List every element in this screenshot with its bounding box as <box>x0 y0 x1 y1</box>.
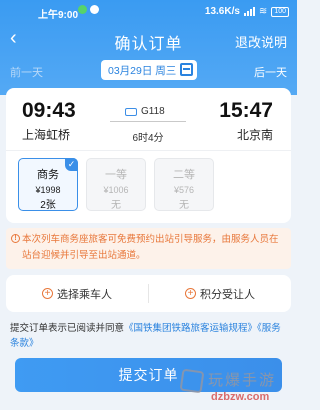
select-passenger-label: 选择乘车人 <box>57 288 112 301</box>
departure-time: 09:43 <box>22 99 76 122</box>
notice-text: 本次列车商务座旅客可免费预约出站引导服务，由服务人员在站台迎候并引导至出站通道。 <box>22 234 279 261</box>
rules-link[interactable]: 《国铁集团铁路旅客运输规程》 <box>124 323 257 334</box>
status-right: 13.6K/s ≋ 100 <box>205 6 289 17</box>
seat-price: ¥1006 <box>103 185 129 195</box>
net-speed: 13.6K/s <box>204 6 240 17</box>
agreement-prefix: 提交订单表示已阅读并同意 <box>10 323 125 334</box>
refund-change-info-link[interactable]: 退改说明 <box>235 32 287 51</box>
prev-day-button[interactable]: 前一天 <box>10 64 43 80</box>
watermark-domain: dzbzw.com <box>211 391 270 403</box>
seat-price: ¥576 <box>173 185 195 195</box>
service-notice: ! 本次列车商务座旅客可免费预约出站引导服务，由服务人员在站台迎候并引导至出站通… <box>6 228 291 269</box>
seat-count: 无 <box>111 200 121 211</box>
battery-icon: 100 <box>271 6 289 17</box>
arrival-time: 15:47 <box>219 99 273 122</box>
date-label: 03月29日 周三 <box>108 64 177 77</box>
train-number-label: G118 <box>141 106 165 117</box>
agreement-text: 提交订单表示已阅读并同意《国铁集团铁路旅客运输规程》《服务条款》 <box>10 321 290 351</box>
add-circle-icon: + <box>185 288 196 299</box>
train-icon <box>125 107 137 116</box>
add-circle-icon: + <box>42 288 53 299</box>
passenger-actions: + 选择乘车人 + 积分受让人 <box>6 275 291 312</box>
status-app-icons <box>78 5 99 14</box>
next-day-button[interactable]: 后一天 <box>254 64 287 80</box>
watermark: 玩爆手游 dzbzw.com <box>179 368 293 406</box>
divider <box>6 150 291 151</box>
seat-option-business[interactable]: 商务 ¥1998 2张 ✓ <box>18 158 78 211</box>
train-number[interactable]: G118 <box>125 106 165 117</box>
points-passenger-label: 积分受让人 <box>200 288 255 301</box>
status-bar: 上午9:00 13.6K/s ≋ 100 <box>0 0 297 22</box>
nav-header: ‹ 确认订单 退改说明 <box>0 25 297 53</box>
calendar-icon <box>180 63 193 76</box>
select-passenger-button[interactable]: + 选择乘车人 <box>6 275 148 312</box>
route-line <box>110 121 186 122</box>
date-picker[interactable]: 03月29日 周三 <box>101 60 197 80</box>
warning-icon: ! <box>11 234 20 243</box>
train-card: 09:43 上海虹桥 G118 6时4分 15:47 北京南 商务 ¥1998 … <box>6 88 291 223</box>
status-time: 上午9:00 <box>38 10 79 21</box>
date-bar: 前一天 03月29日 周三 后一天 <box>0 58 297 82</box>
trip-duration: 6时4分 <box>132 133 164 144</box>
points-passenger-button[interactable]: + 积分受让人 <box>149 275 291 312</box>
seat-name: 二等 <box>173 169 195 181</box>
arrival-station: 北京南 <box>236 128 273 142</box>
signal-icon <box>243 7 255 16</box>
wifi-icon: ≋ <box>258 6 268 17</box>
watermark-logo-icon <box>179 368 205 394</box>
seat-option-first[interactable]: 一等 ¥1006 无 <box>86 158 146 211</box>
seat-name: 一等 <box>105 169 127 181</box>
seat-price: ¥1998 <box>35 185 61 195</box>
seat-count: 2张 <box>40 200 56 211</box>
departure-station: 上海虹桥 <box>22 128 71 142</box>
app-notification-icon <box>90 5 99 14</box>
seat-option-second[interactable]: 二等 ¥576 无 <box>154 158 214 211</box>
check-icon: ✓ <box>65 158 78 171</box>
seat-count: 无 <box>179 200 189 211</box>
watermark-text: 玩爆手游 <box>208 372 277 389</box>
app-notification-icon <box>78 5 87 14</box>
